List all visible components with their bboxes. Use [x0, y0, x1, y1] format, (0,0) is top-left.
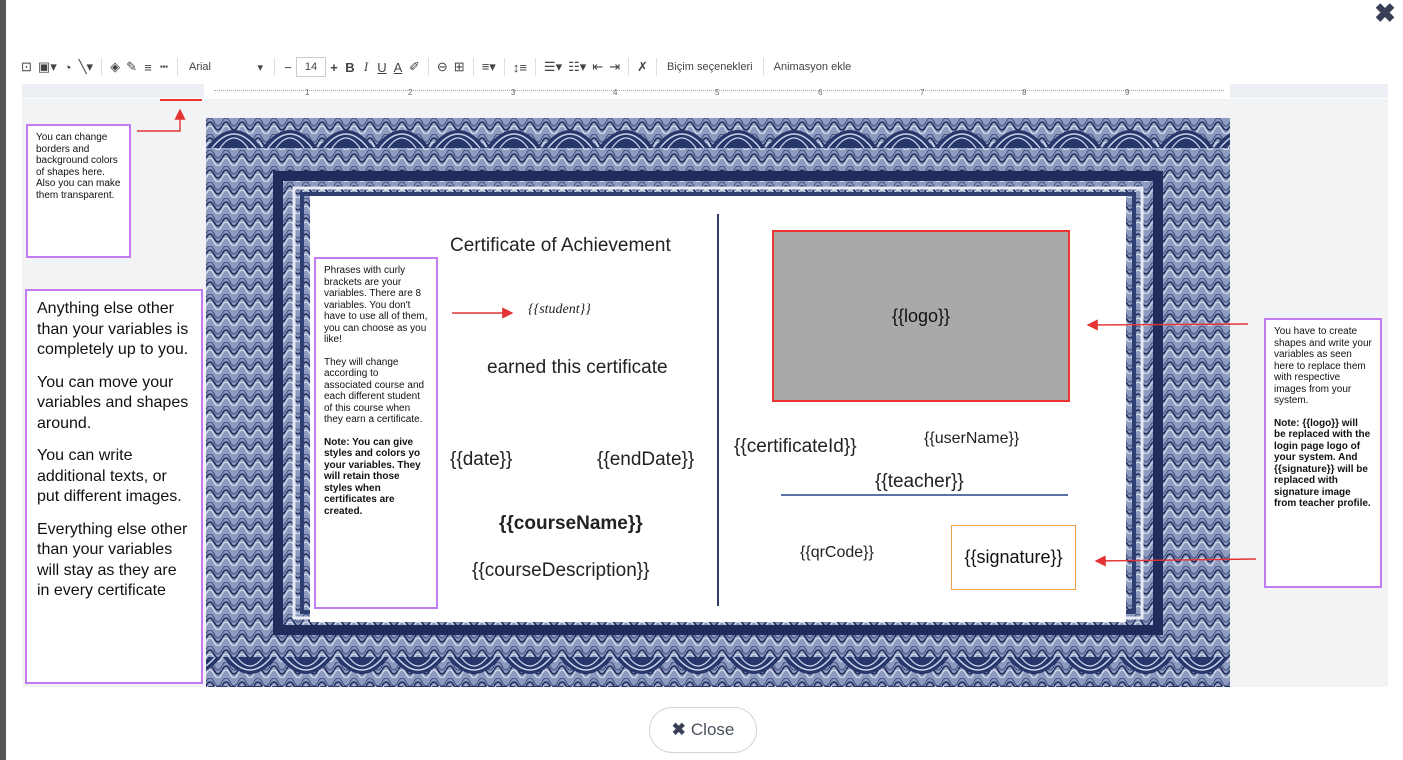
- close-icon: ✖: [671, 720, 686, 739]
- annotation-arrows: [137, 108, 1257, 567]
- arrow-to-signature: [1094, 555, 1257, 567]
- arrow-to-logo: [1086, 319, 1249, 331]
- arrow-to-ruler: [137, 108, 186, 132]
- close-button-label: Close: [690, 720, 735, 739]
- close-button[interactable]: ✖ Close: [649, 707, 757, 753]
